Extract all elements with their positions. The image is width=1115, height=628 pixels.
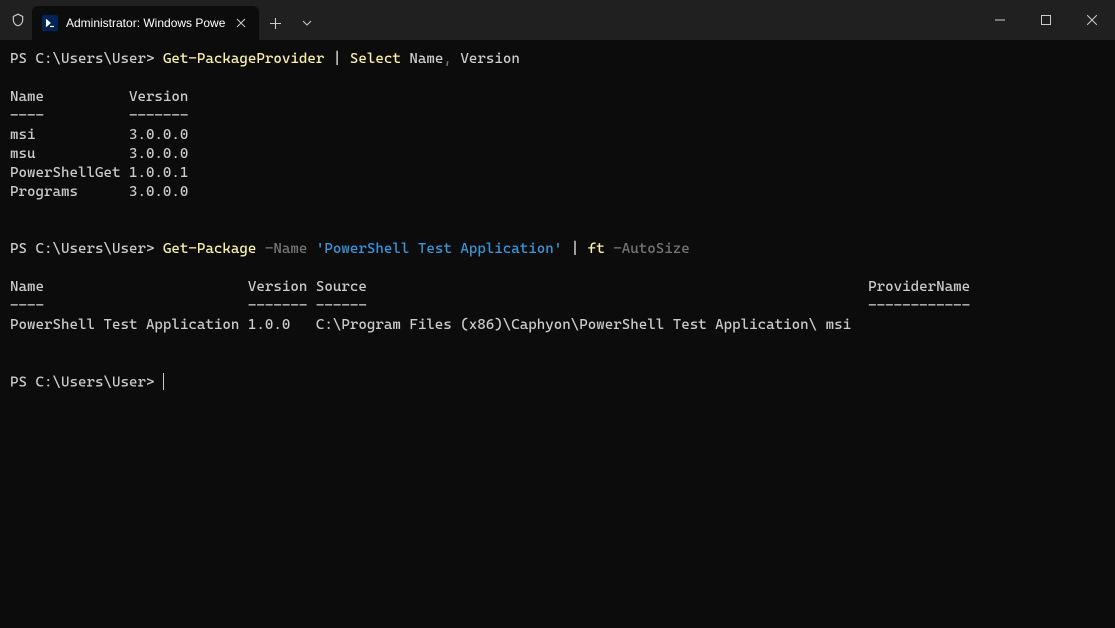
window-controls [977, 0, 1115, 40]
new-tab-button[interactable] [259, 18, 291, 29]
titlebar-left: Administrator: Windows Powe [0, 0, 977, 40]
terminal-output[interactable]: PS C:\Users\User> Get-PackageProvider | … [0, 40, 1115, 628]
tab-dropdown-button[interactable] [291, 20, 323, 26]
table-row: msi 3.0.0.0 [10, 127, 188, 143]
table-row: PowerShellGet 1.0.0.1 [10, 165, 188, 181]
minimize-button[interactable] [977, 0, 1023, 40]
cursor [163, 373, 164, 390]
prompt: PS C:\Users\User> [10, 51, 154, 67]
param: -Name [256, 241, 307, 257]
cmd: Get-PackageProvider [163, 51, 324, 67]
table-divider: ---- ------- ------ ------------ [10, 298, 970, 314]
maximize-button[interactable] [1023, 0, 1069, 40]
table-header: Name Version [10, 89, 188, 105]
tab-powershell[interactable]: Administrator: Windows Powe [32, 6, 259, 40]
cmd: Select [350, 51, 401, 67]
titlebar: Administrator: Windows Powe [0, 0, 1115, 40]
param-value: 'PowerShell Test Application' [307, 241, 562, 257]
tab-title: Administrator: Windows Powe [66, 16, 225, 30]
table-header: Name Version Source ProviderName [10, 279, 970, 295]
table-row: msu 3.0.0.0 [10, 146, 188, 162]
cmd: Get-Package [163, 241, 256, 257]
close-button[interactable] [1069, 0, 1115, 40]
shield-icon [0, 13, 32, 27]
tab-close-button[interactable] [233, 15, 249, 31]
table-row: PowerShell Test Application 1.0.0 C:\Pro… [10, 317, 851, 333]
prompt: PS C:\Users\User> [10, 374, 154, 390]
table-divider: ---- ------- [10, 108, 188, 124]
powershell-icon [42, 15, 58, 31]
param: -AutoSize [605, 241, 690, 257]
prompt: PS C:\Users\User> [10, 241, 154, 257]
table-row: Programs 3.0.0.0 [10, 184, 188, 200]
cmd: ft [588, 241, 605, 257]
